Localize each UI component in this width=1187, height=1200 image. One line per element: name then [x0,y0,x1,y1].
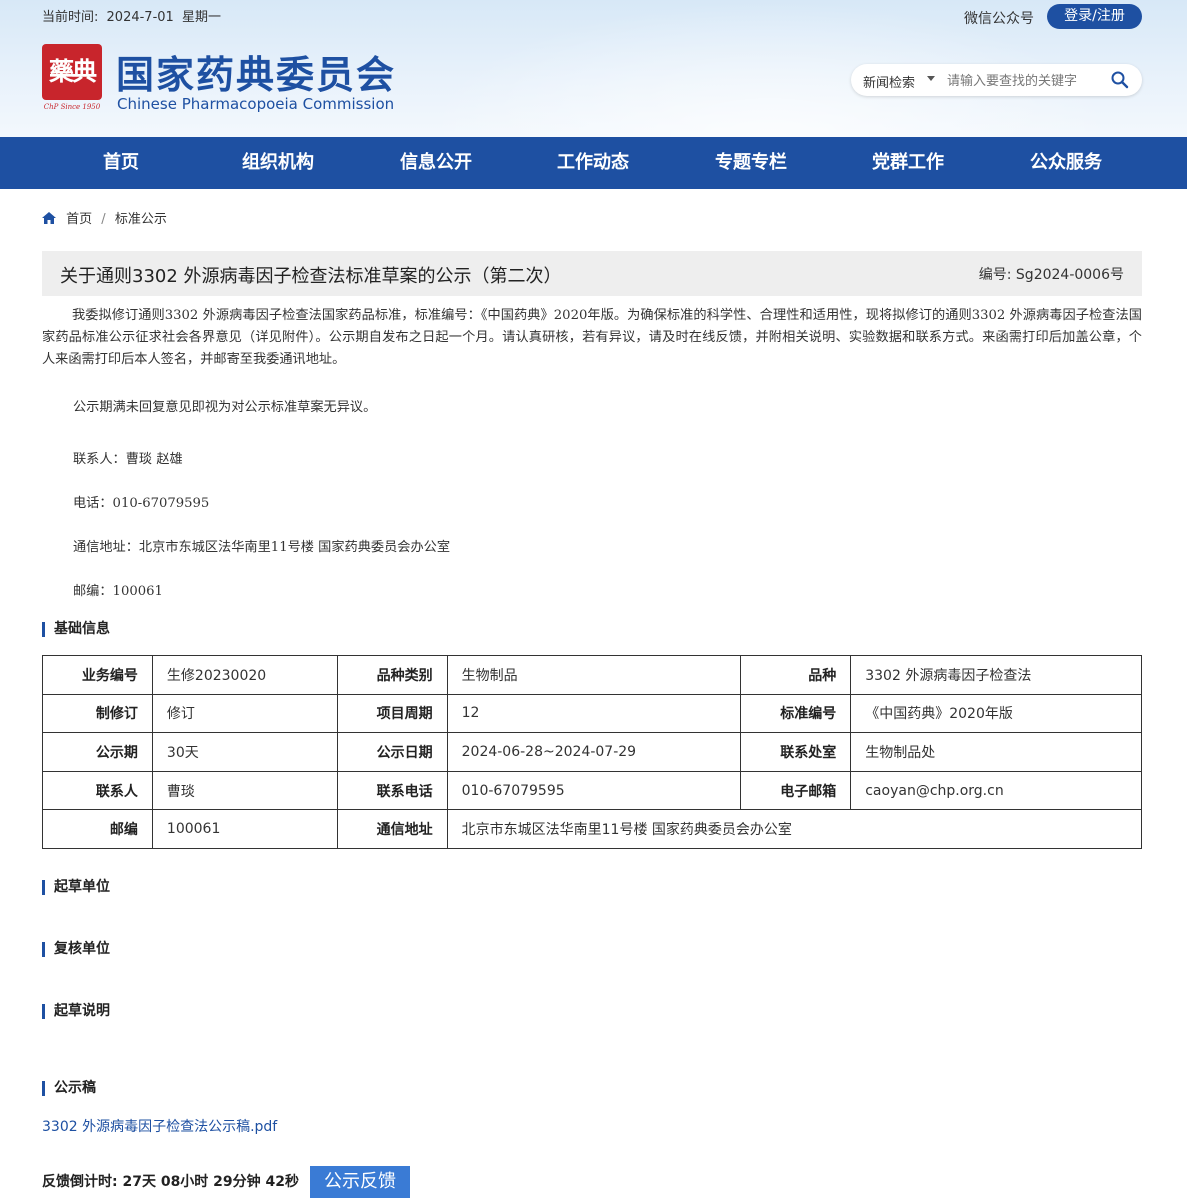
breadcrumb-home[interactable]: 首页 [66,212,92,227]
table-cell: 生修20230020 [151,655,338,695]
search-icon[interactable] [1110,70,1130,90]
attachment-pdf-link[interactable]: 3302 外源病毒因子检查法公示稿.pdf [42,1116,277,1136]
table-cell: 北京市东城区法华南里11号楼 国家药典委员会办公室 [446,809,1143,849]
table-label: 联系电话 [336,770,448,811]
article-code: 编号: Sg2024-0006号 [978,267,1124,283]
section-drafting-notes: 起草说明 [42,1004,110,1019]
search-category-select[interactable]: 新闻检索 [863,72,915,91]
contact-person: 联系人：曹琰 赵雄 [73,452,183,467]
table-label: 公示期 [42,732,153,772]
article-title-bar: 关于通则3302 外源病毒因子检查法标准草案的公示（第二次） 编号: Sg202… [42,251,1142,296]
table-label: 联系处室 [740,732,852,772]
section-review-unit: 复核单位 [42,942,110,957]
table-label: 邮编 [42,809,153,849]
current-date: 当前时间: 2024-7-01 星期一 [42,6,225,25]
home-icon[interactable] [42,212,56,224]
table-label: 制修订 [42,693,153,734]
feedback-button[interactable]: 公示反馈 [310,1166,410,1198]
breadcrumb-current[interactable]: 标准公示 [115,212,167,227]
nav-item-organization[interactable]: 组织机构 [208,137,348,189]
table-row: 联系人 曹琰 联系电话 010-67079595 电子邮箱 caoyan@chp… [42,770,1142,811]
article-paragraph-1: 我委拟修订通则3302 外源病毒因子检查法国家药品标准，标准编号：《中国药典》2… [42,308,1142,367]
date-value: 2024-7-01 [106,10,174,25]
wechat-link[interactable]: 微信公众号 [964,8,1034,28]
table-cell: 《中国药典》2020年版 [850,693,1142,734]
table-label: 标准编号 [740,693,852,734]
nav-item-info-disclosure[interactable]: 信息公开 [366,137,506,189]
site-title-en: Chinese Pharmacopoeia Commission [117,95,395,113]
nav-item-party-work[interactable]: 党群工作 [838,137,978,189]
table-label: 项目周期 [336,693,448,734]
table-cell: 12 [446,693,742,734]
table-label: 品种类别 [336,655,448,695]
mail-address: 通信地址：北京市东城区法华南里11号楼 国家药典委员会办公室 [73,540,451,555]
seal-subtitle: ChP Since 1950 [43,103,101,111]
nav-item-public-service[interactable]: 公众服务 [996,137,1136,189]
table-row: 制修订 修订 项目周期 12 标准编号 《中国药典》2020年版 [42,693,1142,734]
search-input[interactable] [947,70,1097,90]
basic-info-table: 业务编号 生修20230020 品种类别 生物制品 品种 3302 外源病毒因子… [42,655,1143,849]
table-cell: caoyan@chp.org.cn [850,770,1142,811]
table-cell: 100061 [151,809,338,849]
search-box: 新闻检索 [851,64,1142,96]
seal-text: 藥典 [42,44,102,100]
table-cell: 30天 [151,732,338,772]
section-notice-draft: 公示稿 [42,1081,96,1096]
table-row: 公示期 30天 公示日期 2024-06-28~2024-07-29 联系处室 … [42,732,1142,772]
article-title: 关于通则3302 外源病毒因子检查法标准草案的公示（第二次） [60,266,562,287]
table-cell: 生物制品 [446,655,742,695]
table-row: 业务编号 生修20230020 品种类别 生物制品 品种 3302 外源病毒因子… [42,655,1142,695]
postcode: 邮编：100061 [73,584,163,599]
table-label: 品种 [740,655,852,695]
table-label: 业务编号 [42,655,153,695]
site-title[interactable]: 国家药典委员会 [116,44,396,99]
chevron-down-icon[interactable] [927,76,935,81]
table-cell: 010-67079595 [446,770,742,811]
breadcrumb: 首页 / 标准公示 [42,208,167,227]
table-cell: 生物制品处 [850,732,1142,772]
table-label: 公示日期 [336,732,448,772]
login-register-button[interactable]: 登录/注册 [1047,4,1142,29]
logo-seal-icon[interactable]: 藥典 ChP Since 1950 [42,44,102,112]
breadcrumb-separator: / [101,212,106,227]
table-cell: 3302 外源病毒因子检查法 [850,655,1142,695]
table-label: 电子邮箱 [740,770,852,811]
table-row: 邮编 100061 通信地址 北京市东城区法华南里11号楼 国家药典委员会办公室 [42,809,1143,849]
weekday: 星期一 [181,10,221,25]
table-cell: 2024-06-28~2024-07-29 [446,732,742,772]
table-label: 通信地址 [336,809,448,849]
table-cell: 修订 [151,693,338,734]
section-basic-info: 基础信息 [42,622,110,637]
main-nav: 首页 组织机构 信息公开 工作动态 专题专栏 党群工作 公众服务 [0,137,1187,189]
article-paragraph-2: 公示期满未回复意见即视为对公示标准草案无异议。 [73,400,377,415]
nav-item-home[interactable]: 首页 [51,137,191,189]
table-cell: 曹琰 [151,770,338,811]
site-header: 当前时间: 2024-7-01 星期一 藥典 ChP Since 1950 国家… [0,0,1187,137]
nav-item-work-news[interactable]: 工作动态 [523,137,663,189]
nav-item-special-topics[interactable]: 专题专栏 [681,137,821,189]
date-label: 当前时间: [42,10,99,25]
section-drafting-unit: 起草单位 [42,880,110,895]
table-label: 联系人 [42,770,153,811]
contact-phone: 电话：010-67079595 [73,496,210,511]
feedback-countdown: 反馈倒计时: 27天 08小时 29分钟 42秒 [42,1174,300,1190]
